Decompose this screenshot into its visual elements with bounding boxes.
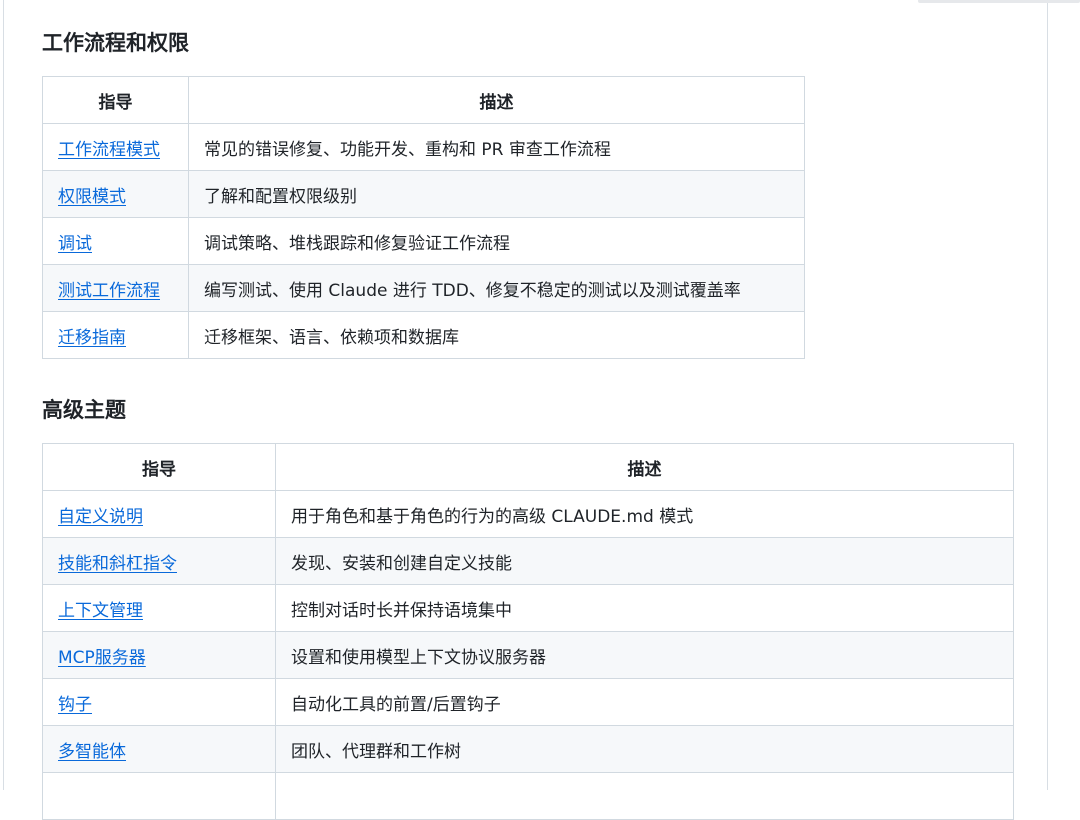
guide-cell: 钩子 bbox=[42, 678, 276, 726]
description-cell: 了解和配置权限级别 bbox=[188, 170, 805, 218]
column-header-description: 描述 bbox=[275, 443, 1014, 491]
top-right-panel-edge bbox=[918, 0, 1080, 3]
table-row: 自定义说明 用于角色和基于角色的行为的高级 CLAUDE.md 模式 bbox=[42, 490, 1014, 538]
advanced-topics-table: 指导 描述 自定义说明 用于角色和基于角色的行为的高级 CLAUDE.md 模式技… bbox=[42, 443, 1014, 820]
description-cell: 控制对话时长并保持语境集中 bbox=[275, 584, 1014, 632]
workflow-guides-table: 指导 描述 工作流程模式 常见的错误修复、功能开发、重构和 PR 审查工作流程 权限… bbox=[42, 76, 805, 359]
table-header-row: 指导 描述 bbox=[42, 443, 1014, 491]
guide-cell: 权限模式 bbox=[42, 170, 189, 218]
guide-cell: 自定义说明 bbox=[42, 490, 276, 538]
guide-link[interactable]: 上下文管理 bbox=[58, 601, 143, 621]
guide-cell: 上下文管理 bbox=[42, 584, 276, 632]
guide-link[interactable]: MCP服务器 bbox=[58, 648, 146, 668]
guide-link[interactable]: 钩子 bbox=[58, 695, 92, 715]
guide-cell: 技能和斜杠指令 bbox=[42, 537, 276, 585]
table-row bbox=[42, 772, 1014, 820]
table-row: 多智能体 团队、代理群和工作树 bbox=[42, 725, 1014, 773]
table-row: 钩子 自动化工具的前置/后置钩子 bbox=[42, 678, 1014, 726]
column-header-description: 描述 bbox=[188, 76, 805, 124]
description-cell: 设置和使用模型上下文协议服务器 bbox=[275, 631, 1014, 679]
description-cell: 迁移框架、语言、依赖项和数据库 bbox=[188, 311, 805, 359]
column-header-guide: 指导 bbox=[42, 76, 189, 124]
guide-cell: 调试 bbox=[42, 217, 189, 265]
content-left-border bbox=[3, 0, 4, 790]
table-row: 权限模式 了解和配置权限级别 bbox=[42, 170, 805, 218]
description-cell: 常见的错误修复、功能开发、重构和 PR 审查工作流程 bbox=[188, 123, 805, 171]
description-cell bbox=[275, 772, 1014, 820]
description-cell: 调试策略、堆栈跟踪和修复验证工作流程 bbox=[188, 217, 805, 265]
table-row: 工作流程模式 常见的错误修复、功能开发、重构和 PR 审查工作流程 bbox=[42, 123, 805, 171]
section-heading-advanced: 高级主题 bbox=[42, 398, 126, 422]
description-cell: 编写测试、使用 Claude 进行 TDD、修复不稳定的测试以及测试覆盖率 bbox=[188, 264, 805, 312]
guide-link[interactable]: 多智能体 bbox=[58, 742, 126, 762]
guide-link[interactable]: 调试 bbox=[58, 234, 92, 254]
guide-cell: MCP服务器 bbox=[42, 631, 276, 679]
guide-link[interactable]: 测试工作流程 bbox=[58, 281, 160, 301]
table-row: 迁移指南 迁移框架、语言、依赖项和数据库 bbox=[42, 311, 805, 359]
column-header-guide: 指导 bbox=[42, 443, 276, 491]
table-row: 上下文管理 控制对话时长并保持语境集中 bbox=[42, 584, 1014, 632]
guide-cell: 工作流程模式 bbox=[42, 123, 189, 171]
table-row: 调试 调试策略、堆栈跟踪和修复验证工作流程 bbox=[42, 217, 805, 265]
guide-cell bbox=[42, 772, 276, 820]
guide-cell: 测试工作流程 bbox=[42, 264, 189, 312]
guide-cell: 多智能体 bbox=[42, 725, 276, 773]
guide-link[interactable]: 迁移指南 bbox=[58, 328, 126, 348]
guide-link[interactable]: 工作流程模式 bbox=[58, 140, 160, 160]
description-cell: 用于角色和基于角色的行为的高级 CLAUDE.md 模式 bbox=[275, 490, 1014, 538]
table-header-row: 指导 描述 bbox=[42, 76, 805, 124]
guide-link[interactable]: 自定义说明 bbox=[58, 507, 143, 527]
table-row: MCP服务器 设置和使用模型上下文协议服务器 bbox=[42, 631, 1014, 679]
description-cell: 发现、安装和创建自定义技能 bbox=[275, 537, 1014, 585]
table-row: 技能和斜杠指令 发现、安装和创建自定义技能 bbox=[42, 537, 1014, 585]
content-right-border bbox=[1047, 0, 1048, 790]
table-row: 测试工作流程 编写测试、使用 Claude 进行 TDD、修复不稳定的测试以及测试… bbox=[42, 264, 805, 312]
section-heading-workflow: 工作流程和权限 bbox=[42, 31, 189, 55]
guide-link[interactable]: 技能和斜杠指令 bbox=[58, 554, 177, 574]
description-cell: 团队、代理群和工作树 bbox=[275, 725, 1014, 773]
description-cell: 自动化工具的前置/后置钩子 bbox=[275, 678, 1014, 726]
guide-link[interactable]: 权限模式 bbox=[58, 187, 126, 207]
guide-cell: 迁移指南 bbox=[42, 311, 189, 359]
